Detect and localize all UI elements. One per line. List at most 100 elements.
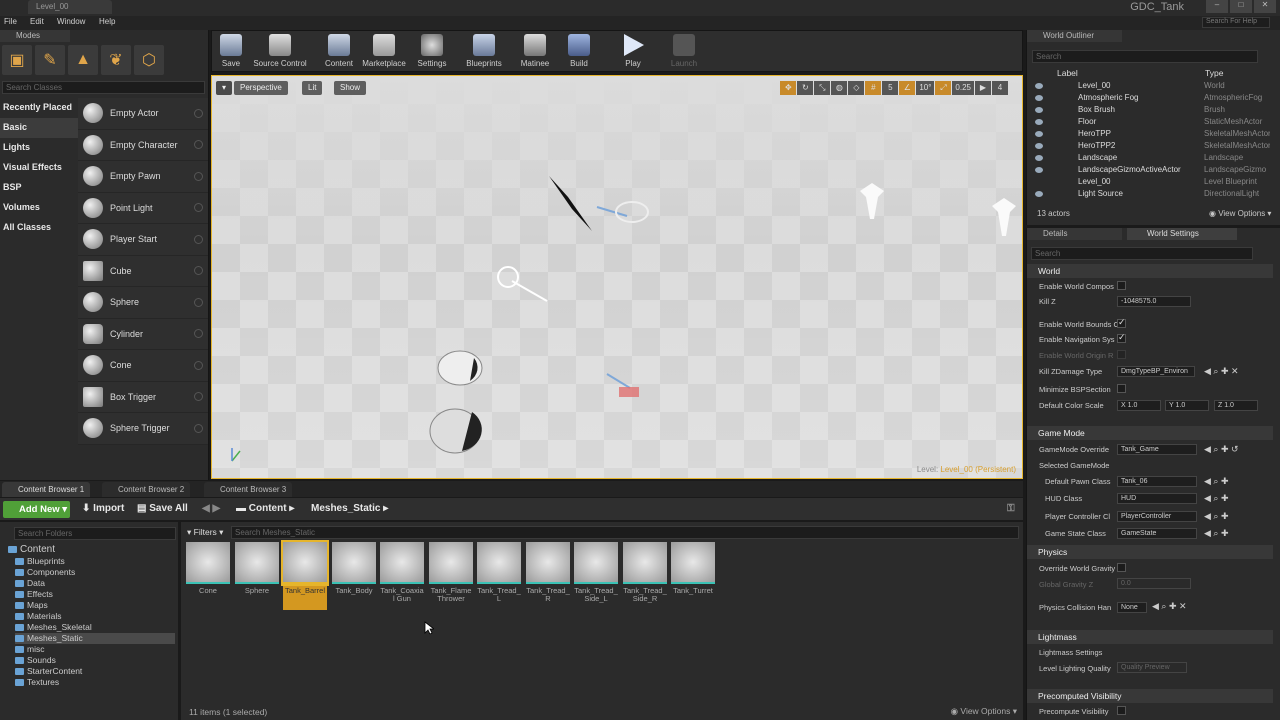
tab-details[interactable]: Details — [1027, 228, 1122, 240]
asset-tile[interactable]: Tank_Tread_R — [526, 542, 570, 610]
folder-blueprints[interactable]: Blueprints — [15, 556, 65, 567]
list-item[interactable]: Empty Actor — [78, 98, 208, 130]
precompute-visibility-checkbox[interactable] — [1117, 706, 1126, 715]
matinee-button[interactable]: Matinee — [516, 31, 554, 71]
folder-content[interactable]: Content — [8, 544, 55, 555]
geometry-mode-icon[interactable]: ⬡ — [134, 45, 164, 75]
filters-button[interactable]: ▾ Filters ▾ — [187, 527, 223, 538]
add-new-button[interactable]: Add New ▾ — [3, 501, 70, 518]
tab-content-browser-1[interactable]: Content Browser 1 — [2, 482, 91, 497]
category-lights[interactable]: Lights — [0, 138, 78, 158]
section-physics[interactable]: Physics — [1027, 545, 1273, 559]
asset-tile-selected[interactable]: Tank_Barrel — [281, 540, 329, 610]
modes-tab[interactable]: Modes — [0, 30, 70, 42]
section-precomputed-visibility[interactable]: Precomputed Visibility — [1027, 689, 1273, 703]
launch-button[interactable]: Launch — [668, 31, 700, 71]
help-icon[interactable] — [194, 392, 203, 402]
color-scale-x[interactable]: X 1.0 — [1117, 400, 1161, 411]
asset-tile[interactable]: Sphere — [235, 542, 279, 610]
folder-meshes-skeletal[interactable]: Meshes_Skeletal — [15, 622, 92, 633]
game-state-dropdown[interactable]: GameState — [1117, 528, 1197, 539]
back-arrow-icon[interactable]: ◀ ▶ — [202, 503, 220, 514]
visibility-icon[interactable] — [1035, 95, 1043, 101]
content-button[interactable]: Content — [320, 31, 358, 71]
type-column-header[interactable]: Type — [1205, 68, 1223, 78]
search-folders-input[interactable]: Search Folders — [14, 527, 176, 540]
close-button[interactable]: ✕ — [1254, 0, 1276, 13]
folder-maps[interactable]: Maps — [15, 600, 48, 611]
paint-mode-icon[interactable]: ✎ — [35, 45, 65, 75]
category-volumes[interactable]: Volumes — [0, 198, 78, 218]
directional-light-arrow[interactable] — [549, 176, 592, 231]
folder-components[interactable]: Components — [15, 567, 75, 578]
list-item[interactable]: Box Trigger — [78, 381, 208, 413]
level-viewport[interactable]: ▾ Perspective Lit Show ✥ ↻ ⤡ ◍ ◇ # 5 ∠ 1… — [211, 75, 1023, 479]
category-basic[interactable]: Basic — [0, 118, 78, 138]
help-icon[interactable] — [194, 329, 203, 339]
folder-data[interactable]: Data — [15, 578, 45, 589]
asset-tile[interactable]: Tank_Coaxial Gun — [380, 542, 424, 610]
player-start-icon[interactable] — [619, 387, 639, 397]
maximize-button[interactable]: □ — [1230, 0, 1252, 13]
blueprints-button[interactable]: Blueprints — [462, 31, 506, 71]
asset-tile[interactable]: Tank_Tread_Side_R — [623, 542, 667, 610]
table-row[interactable]: HeroTPP SkeletalMeshActor — [1027, 129, 1271, 141]
menu-edit[interactable]: Edit — [30, 17, 44, 26]
hero-mannequin-2[interactable] — [992, 198, 1016, 236]
menu-window[interactable]: Window — [57, 17, 85, 26]
kill-z-field[interactable]: -1048575.0 — [1117, 296, 1191, 307]
cloud-icon[interactable] — [615, 201, 649, 223]
source-control-button[interactable]: Source Control — [252, 31, 308, 71]
collision-actions[interactable]: ◀ ⌕ ✚ ✕ — [1152, 601, 1187, 612]
folder-meshes-static[interactable]: Meshes_Static — [15, 633, 175, 644]
minimize-bsp-checkbox[interactable] — [1117, 384, 1126, 393]
gamemode-override-dropdown[interactable]: Tank_Game — [1117, 444, 1197, 455]
visibility-icon[interactable] — [1035, 155, 1043, 161]
help-icon[interactable] — [194, 266, 203, 276]
menu-help[interactable]: Help — [99, 17, 115, 26]
sun-icon[interactable] — [497, 266, 519, 288]
category-visual-effects[interactable]: Visual Effects — [0, 158, 78, 178]
visibility-icon[interactable] — [1035, 131, 1043, 137]
list-item[interactable]: Cube — [78, 255, 208, 287]
asset-tile[interactable]: Tank_Tread_Side_L — [574, 542, 618, 610]
visibility-icon[interactable] — [1035, 191, 1043, 197]
details-search-input[interactable]: Search — [1031, 247, 1253, 260]
pc-actions[interactable]: ◀ ⌕ ✚ — [1204, 511, 1229, 522]
gs-actions[interactable]: ◀ ⌕ ✚ — [1204, 528, 1229, 539]
help-icon[interactable] — [194, 171, 203, 181]
tab-content-browser-3[interactable]: Content Browser 3 — [204, 482, 293, 497]
enable-world-bounds-checkbox[interactable] — [1117, 317, 1126, 328]
foliage-mode-icon[interactable]: ❦ — [101, 45, 131, 75]
play-button[interactable]: Play — [618, 31, 648, 71]
table-row[interactable]: Light Source DirectionalLight — [1027, 189, 1271, 201]
hero-mannequin[interactable] — [860, 183, 884, 219]
asset-tile[interactable]: Tank_Turret — [671, 542, 715, 610]
enable-world-composition-checkbox[interactable] — [1117, 281, 1126, 290]
list-item[interactable]: Empty Character — [78, 129, 208, 161]
hud-class-dropdown[interactable]: HUD — [1117, 493, 1197, 504]
collision-handler-dropdown[interactable]: None — [1117, 602, 1147, 613]
default-pawn-dropdown[interactable]: Tank_06 — [1117, 476, 1197, 487]
category-bsp[interactable]: BSP — [0, 178, 78, 198]
table-row[interactable]: Level_00 Level Blueprint — [1027, 177, 1271, 189]
table-row[interactable]: Atmospheric Fog AtmosphericFog — [1027, 93, 1271, 105]
search-assets-input[interactable]: Search Meshes_Static — [231, 526, 1019, 539]
list-item[interactable]: Player Start — [78, 224, 208, 256]
visibility-icon[interactable] — [1035, 143, 1043, 149]
minimize-button[interactable]: – — [1206, 0, 1228, 13]
help-icon[interactable] — [194, 297, 203, 307]
breadcrumb-content[interactable]: ▬ Content ▸ — [236, 503, 294, 514]
save-all-button[interactable]: ▤ Save All — [137, 503, 188, 514]
asset-tile[interactable]: Cone — [186, 542, 230, 610]
hud-actions[interactable]: ◀ ⌕ ✚ — [1204, 493, 1229, 504]
build-button[interactable]: Build — [566, 31, 592, 71]
category-all-classes[interactable]: All Classes — [0, 218, 78, 238]
table-row[interactable]: Box Brush Brush — [1027, 105, 1271, 117]
folder-effects[interactable]: Effects — [15, 589, 53, 600]
help-icon[interactable] — [194, 203, 203, 213]
help-icon[interactable] — [194, 360, 203, 370]
kill-zdamage-actions[interactable]: ◀ ⌕ ✚ ✕ — [1204, 366, 1239, 377]
tab-content-browser-2[interactable]: Content Browser 2 — [102, 482, 191, 497]
visibility-icon[interactable] — [1035, 83, 1043, 89]
